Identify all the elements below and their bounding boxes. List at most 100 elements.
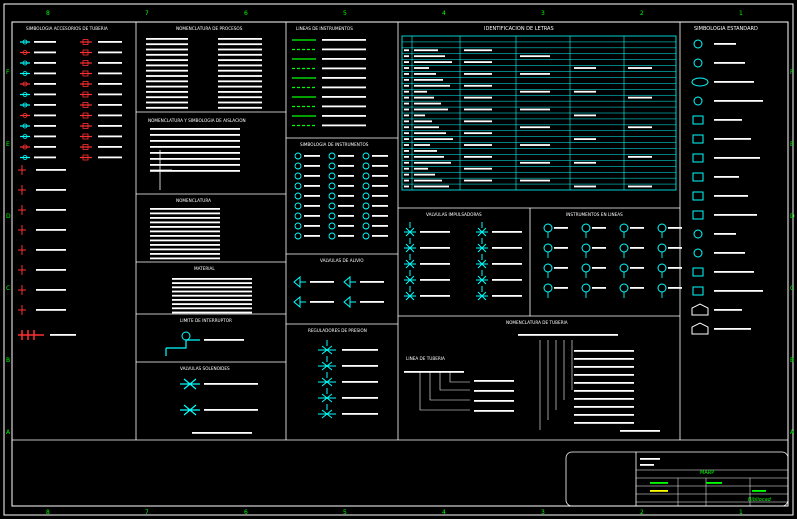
- legend-text-line: [304, 165, 320, 167]
- grid-row-label: E: [6, 141, 10, 148]
- legend-text-line: [404, 138, 409, 140]
- legend-text-line: [592, 247, 606, 249]
- legend-text-line: [574, 90, 596, 93]
- legend-text-line: [420, 263, 450, 265]
- legend-text-line: [338, 165, 354, 167]
- legend-text-line: [592, 287, 606, 289]
- standard-symbol: [692, 210, 704, 220]
- title-instr-lines: LINEAS DE INSTRUMENTOS: [296, 26, 353, 31]
- inline-instrument-symbol: [657, 223, 667, 233]
- legend-text-line: [146, 64, 188, 67]
- legend-text-line: [146, 59, 188, 61]
- legend-text-line: [650, 490, 668, 492]
- legend-text-line: [464, 132, 492, 135]
- legend-text-line: [714, 214, 757, 216]
- legend-text-line: [218, 43, 262, 46]
- interrupter-symbol: [165, 339, 200, 356]
- legend-text-line: [146, 69, 188, 72]
- legend-text-line: [404, 49, 409, 52]
- instrument-symbol: [294, 182, 302, 190]
- legend-text-line: [36, 209, 66, 211]
- legend-text-line: [628, 185, 652, 188]
- pneumatic-valve-symbol: [404, 286, 416, 301]
- pneumatic-valve-symbol: [404, 254, 416, 269]
- standard-symbol: [693, 96, 703, 106]
- legend-text-line: [218, 80, 262, 83]
- legend-text-line: [650, 482, 668, 484]
- instrument-symbol: [362, 172, 370, 180]
- legend-text-line: [36, 249, 66, 251]
- instrument-symbol: [328, 152, 336, 160]
- legend-text-line: [36, 189, 66, 191]
- legend-text-line: [322, 58, 366, 60]
- legend-text-line: [404, 120, 409, 123]
- standard-symbol: [692, 286, 704, 296]
- legend-text-line: [304, 195, 320, 197]
- title-pressure-reg: REGULADORES DE PRESION: [308, 328, 367, 333]
- legend-text-line: [404, 84, 409, 87]
- legend-text-line: [360, 301, 384, 303]
- legend-text-line: [322, 124, 366, 127]
- legend-text-line: [414, 114, 425, 117]
- legend-text-line: [218, 96, 262, 99]
- legend-text-line: [464, 167, 492, 170]
- legend-text-line: [172, 303, 252, 305]
- legend-text-line: [150, 152, 240, 154]
- legend-text-line: [34, 41, 56, 43]
- grid-row-label: C: [6, 285, 10, 292]
- legend-text-line: [420, 295, 450, 297]
- instrument-symbol: [328, 192, 336, 200]
- legend-text-line: [304, 225, 320, 227]
- legend-text-line: [492, 247, 522, 249]
- legend-text-line: [404, 185, 409, 188]
- pneumatic-valve-symbol: [476, 238, 488, 253]
- legend-text-line: [150, 164, 240, 166]
- legend-text-line: [554, 247, 568, 249]
- grid-col-label: 7: [145, 10, 149, 17]
- legend-text-line: [414, 185, 449, 188]
- legend-text-line: [304, 155, 320, 157]
- grid-col-label: 5: [343, 509, 347, 516]
- legend-text-line: [218, 38, 262, 40]
- grid-col-label: 4: [442, 10, 446, 17]
- legend-text-line: [414, 67, 429, 69]
- legend-text-line: [574, 185, 596, 188]
- pipe-line-leaders: [419, 372, 470, 411]
- instrument-symbol: [362, 222, 370, 230]
- legend-text-line: [322, 105, 366, 108]
- title-pipe-nomen: NOMENCLATURA DE TUBERIA: [506, 320, 568, 325]
- legend-text-line: [338, 225, 354, 227]
- legend-text-line: [172, 311, 252, 314]
- legend-text-line: [714, 233, 736, 235]
- legend-text-line: [464, 120, 492, 123]
- pressure-regulator-symbol: [318, 340, 336, 355]
- grid-col-label: 1: [739, 509, 743, 516]
- legend-text-line: [404, 132, 409, 135]
- legend-text-line: [36, 229, 66, 231]
- legend-text-line: [520, 126, 550, 129]
- legend-text-line: [414, 49, 438, 52]
- standard-symbol: [692, 134, 704, 144]
- legend-text-line: [630, 267, 644, 269]
- grid-col-label: 2: [640, 509, 644, 516]
- legend-text-line: [50, 334, 76, 336]
- outer-border: [3, 3, 794, 516]
- legend-text-line: [630, 227, 644, 229]
- legend-text-line: [342, 349, 378, 351]
- inline-instrument-symbol: [581, 223, 591, 233]
- legend-text-line: [98, 114, 122, 117]
- legend-text-line: [464, 179, 492, 182]
- standard-symbol: [691, 322, 709, 335]
- inline-instrument-symbol: [657, 263, 667, 273]
- interrupter-symbol: [181, 331, 191, 341]
- legend-text-line: [714, 62, 745, 64]
- legend-text-line: [668, 267, 682, 269]
- instrument-symbol: [328, 202, 336, 210]
- legend-text-line: [150, 257, 220, 260]
- grid-row-label: D: [790, 213, 795, 220]
- legend-text-line: [310, 281, 334, 283]
- legend-text-line: [360, 281, 384, 283]
- legend-text-line: [98, 93, 122, 96]
- inner-border: [11, 21, 789, 507]
- legend-text-line: [98, 156, 122, 159]
